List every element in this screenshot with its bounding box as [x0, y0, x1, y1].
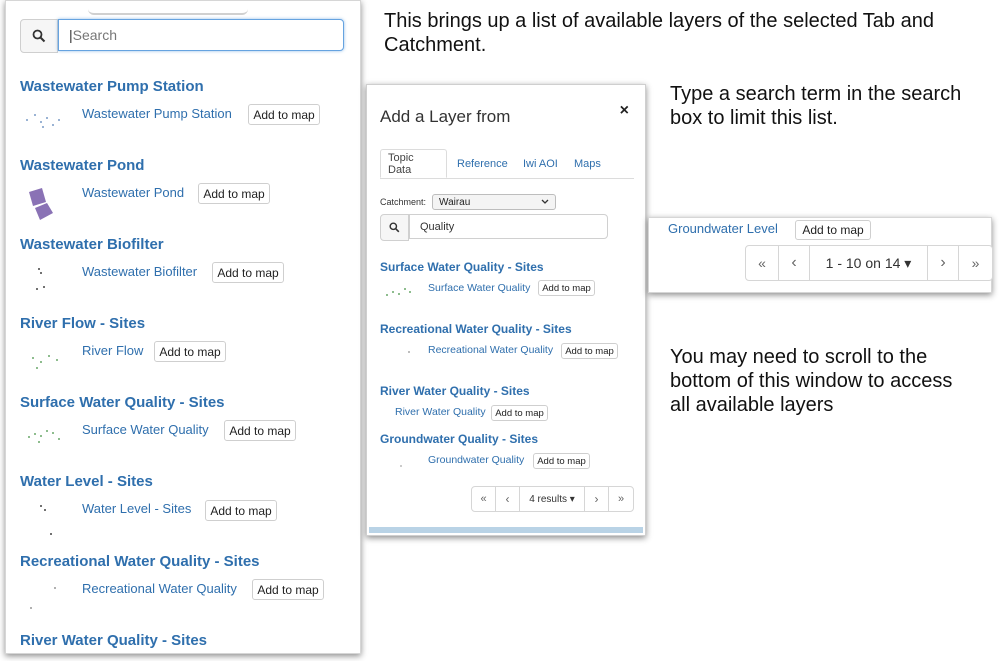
chevron-down-icon: [541, 199, 549, 204]
dialog-search-button[interactable]: [380, 214, 409, 241]
layer-link[interactable]: River Flow: [82, 343, 143, 358]
annotation-note-scroll: You may need to scroll to the bottom of …: [670, 346, 953, 416]
annotation-note-list: This brings up a list of available layer…: [384, 10, 934, 56]
dialog-title: Add a Layer from: [380, 107, 511, 126]
search-icon: [389, 222, 400, 233]
add-to-map-button[interactable]: Add to map: [248, 104, 320, 125]
add-to-map-button[interactable]: Add to map: [212, 262, 284, 283]
add-to-map-button[interactable]: Add to map: [795, 220, 871, 240]
search-input[interactable]: | Search: [58, 19, 344, 51]
group-title: Surface Water Quality - Sites: [20, 394, 225, 411]
add-to-map-button[interactable]: Add to map: [252, 579, 324, 600]
catchment-select[interactable]: Wairau: [432, 194, 556, 210]
group-title: Surface Water Quality - Sites: [380, 260, 544, 274]
add-to-map-button[interactable]: Add to map: [154, 341, 226, 362]
layer-thumbnail: [384, 457, 414, 475]
group-title: Recreational Water Quality - Sites: [20, 553, 260, 570]
catchment-label: Catchment:: [380, 197, 427, 207]
layer-thumbnail: [384, 347, 414, 365]
layer-link[interactable]: Surface Water Quality: [82, 422, 209, 437]
last-page-button[interactable]: »: [959, 246, 992, 280]
layer-thumbnail: [384, 285, 414, 303]
layer-thumbnail: [28, 266, 58, 296]
tab-bar: Topic Data Reference Iwi AOI Maps: [380, 149, 634, 179]
layer-link[interactable]: Groundwater Level: [668, 221, 778, 236]
annotation-note-search: Type a search term in the search box to …: [670, 83, 962, 129]
scroll-handle[interactable]: [88, 1, 248, 15]
search-button[interactable]: [20, 19, 58, 53]
close-icon[interactable]: ×: [620, 102, 629, 120]
add-to-map-button[interactable]: Add to map: [198, 183, 270, 204]
layer-list-panel: | Search Wastewater Pump Station Wastewat…: [5, 0, 361, 654]
layer-link[interactable]: River Water Quality: [395, 406, 486, 418]
next-page-button[interactable]: ›: [585, 487, 609, 511]
search-placeholder: Search: [72, 27, 117, 43]
catchment-value: Wairau: [439, 196, 471, 208]
group-title: Wastewater Biofilter: [20, 236, 164, 253]
group-title: River Water Quality - Sites: [380, 384, 530, 398]
layer-link[interactable]: Recreational Water Quality: [428, 344, 553, 356]
layer-link[interactable]: Recreational Water Quality: [82, 581, 237, 596]
layer-thumbnail: [26, 583, 66, 611]
layer-thumbnail: [26, 351, 66, 375]
group-title: Groundwater Quality - Sites: [380, 432, 539, 446]
layer-link[interactable]: Water Level - Sites: [82, 501, 191, 516]
layer-link[interactable]: Surface Water Quality: [428, 282, 530, 294]
add-layer-dialog: Add a Layer from × Topic Data Reference …: [366, 84, 646, 536]
first-page-button[interactable]: «: [472, 487, 496, 511]
add-to-map-button[interactable]: Add to map: [538, 280, 595, 296]
prev-page-button[interactable]: ‹: [779, 246, 810, 280]
snippet-pagination: « ‹ 1 - 10 on 14 ▾ › »: [745, 245, 993, 281]
layer-thumbnail: [26, 186, 60, 222]
add-to-map-button[interactable]: Add to map: [205, 500, 277, 521]
layer-link[interactable]: Wastewater Biofilter: [82, 264, 197, 279]
layer-thumbnail: [36, 503, 60, 539]
layer-thumbnail: [26, 426, 66, 450]
search-icon: [32, 29, 46, 43]
group-title: River Flow - Sites: [20, 315, 146, 332]
add-to-map-button[interactable]: Add to map: [491, 405, 548, 421]
tab-maps[interactable]: Maps: [574, 149, 601, 178]
tab-iwi-aoi[interactable]: Iwi AOI: [523, 149, 558, 178]
prev-page-button[interactable]: ‹: [496, 487, 520, 511]
tab-topic-data[interactable]: Topic Data: [380, 149, 447, 178]
layer-thumbnail: [22, 111, 66, 133]
layer-link[interactable]: Wastewater Pond: [82, 185, 184, 200]
search-row: | Search: [20, 19, 344, 53]
last-page-button[interactable]: »: [609, 487, 633, 511]
add-to-map-button[interactable]: Add to map: [533, 453, 590, 469]
map-preview-strip: [369, 527, 643, 533]
group-title: Wastewater Pond: [20, 157, 145, 174]
group-title: Recreational Water Quality - Sites: [380, 322, 572, 336]
first-page-button[interactable]: «: [746, 246, 779, 280]
dialog-search-input[interactable]: Quality: [409, 214, 608, 239]
dialog-pagination: « ‹ 4 results ▾ › »: [471, 486, 634, 512]
results-count-dropdown[interactable]: 1 - 10 on 14 ▾: [810, 246, 928, 280]
results-count-dropdown[interactable]: 4 results ▾: [520, 487, 585, 511]
layer-link[interactable]: Wastewater Pump Station: [82, 106, 232, 121]
dialog-search-row: Quality: [380, 214, 608, 241]
add-to-map-button[interactable]: Add to map: [561, 343, 618, 359]
group-title: Wastewater Pump Station: [20, 78, 204, 95]
pagination-snippet: Groundwater Level Add to map « ‹ 1 - 10 …: [648, 217, 993, 293]
add-to-map-button[interactable]: Add to map: [224, 420, 296, 441]
tab-reference[interactable]: Reference: [457, 149, 508, 178]
next-page-button[interactable]: ›: [928, 246, 959, 280]
layer-link[interactable]: Groundwater Quality: [428, 454, 524, 466]
group-title: River Water Quality - Sites: [20, 632, 208, 649]
group-title: Water Level - Sites: [20, 473, 153, 490]
